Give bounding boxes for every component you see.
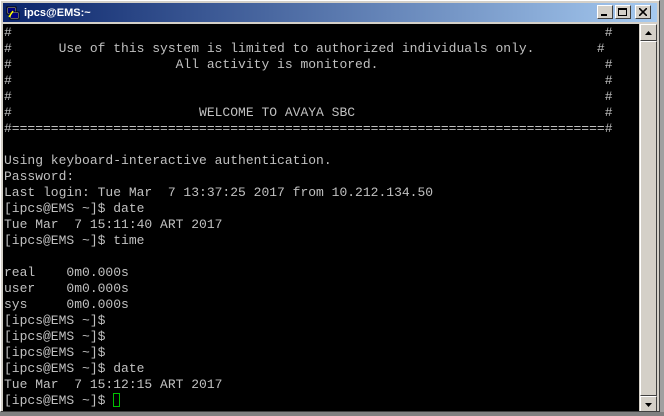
terminal-line: real 0m0.000s <box>4 265 129 280</box>
terminal-line: # # <box>4 89 613 104</box>
scrollbar-thumb[interactable] <box>640 41 657 396</box>
maximize-button[interactable] <box>615 5 631 19</box>
maximize-icon <box>618 7 627 16</box>
arrow-down-icon <box>645 402 652 407</box>
terminal-window: ipcs@EMS:~ # # # Use of this system is l… <box>0 0 660 412</box>
minimize-button[interactable] <box>597 5 613 19</box>
minimize-icon <box>601 14 607 16</box>
scroll-up-button[interactable] <box>640 24 657 41</box>
text-cursor <box>113 393 121 407</box>
window-title: ipcs@EMS:~ <box>24 6 91 19</box>
terminal-line: [ipcs@EMS ~]$ date <box>4 201 145 216</box>
close-icon <box>639 8 647 16</box>
terminal-line: [ipcs@EMS ~]$ <box>4 345 106 360</box>
window-controls <box>597 5 651 19</box>
terminal-line: [ipcs@EMS ~]$ date <box>4 361 145 376</box>
terminal-line: Tue Mar 7 15:11:40 ART 2017 <box>4 217 223 232</box>
close-button[interactable] <box>635 5 651 19</box>
terminal-line: # # <box>4 73 613 88</box>
terminal-line: Last login: Tue Mar 7 13:37:25 2017 from… <box>4 185 434 200</box>
terminal-line: # # <box>4 25 613 40</box>
terminal-line: # Use of this system is limited to autho… <box>4 41 605 56</box>
terminal-line: Password: <box>4 169 75 184</box>
terminal-line: Tue Mar 7 15:12:15 ART 2017 <box>4 377 223 392</box>
title-bar[interactable]: ipcs@EMS:~ <box>3 3 657 22</box>
terminal-line: # All activity is monitored. # <box>4 57 613 72</box>
terminal-line: [ipcs@EMS ~]$ time <box>4 233 145 248</box>
terminal-line: [ipcs@EMS ~]$ <box>4 313 106 328</box>
putty-terminal-icon <box>6 6 20 19</box>
arrow-up-icon <box>645 30 652 35</box>
scroll-down-button[interactable] <box>640 396 657 411</box>
terminal-line: [ipcs@EMS ~]$ <box>4 329 106 344</box>
terminal-line: user 0m0.000s <box>4 281 129 296</box>
terminal-line: Using keyboard-interactive authenticatio… <box>4 153 332 168</box>
terminal-line: # WELCOME TO AVAYA SBC # <box>4 105 613 120</box>
taskbar-edge <box>0 412 664 416</box>
terminal-line: sys 0m0.000s <box>4 297 129 312</box>
terminal-output[interactable]: # # # Use of this system is limited to au… <box>3 24 639 411</box>
vertical-scrollbar[interactable] <box>640 24 657 411</box>
terminal-line: #=======================================… <box>4 121 613 136</box>
background-edge <box>660 0 664 416</box>
prompt-line: [ipcs@EMS ~]$ <box>4 393 121 409</box>
